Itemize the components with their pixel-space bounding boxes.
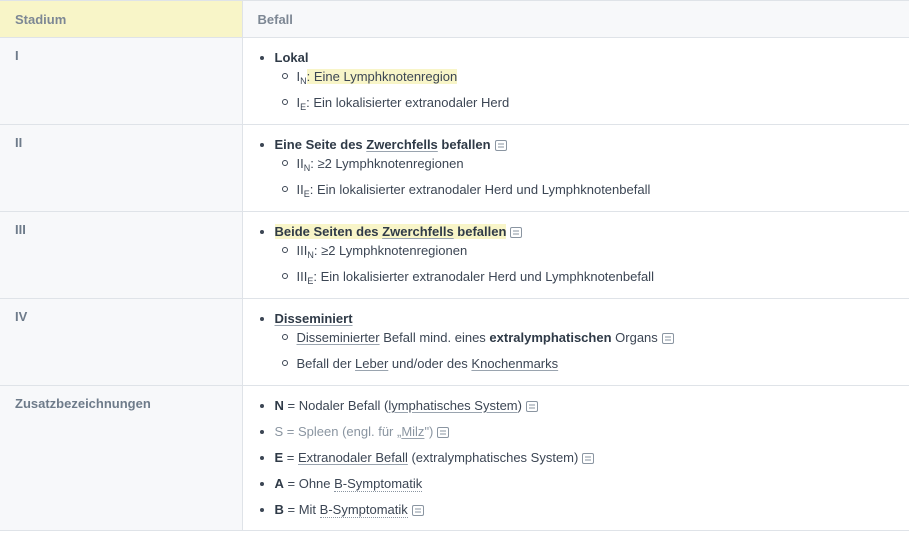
link-zwerchfell[interactable]: Zwerchfells — [366, 137, 438, 152]
link-zwerchfell[interactable]: Zwerchfells — [382, 224, 454, 239]
column-header-stadium: Stadium — [0, 0, 243, 38]
link-b-symptomatik[interactable]: B-Symptomatik — [319, 502, 408, 518]
link-knochenmark[interactable]: Knochenmarks — [471, 356, 558, 371]
list-item: IN: Eine Lymphknotenregion — [275, 68, 909, 86]
list-item: S = Spleen (engl. für „Milz") — [258, 423, 909, 440]
note-icon[interactable] — [411, 505, 424, 516]
column-header-befall: Befall — [242, 0, 909, 38]
link-disseminierter[interactable]: Disseminierter — [297, 330, 380, 345]
list-item: N = Nodaler Befall (lymphatisches System… — [258, 397, 909, 414]
list-item: Lokal IN: Eine Lymphknotenregion IE: Ein… — [258, 49, 909, 112]
list-item: A = Ohne B-Symptomatik — [258, 475, 909, 492]
befall-cell: Lokal IN: Eine Lymphknotenregion IE: Ein… — [242, 37, 909, 125]
link-b-symptomatik[interactable]: B-Symptomatik — [334, 476, 423, 492]
stage-cell: II — [0, 124, 243, 212]
note-icon[interactable] — [525, 401, 538, 412]
highlighted-text: : Eine Lymphknotenregion — [306, 69, 458, 84]
list-item: E = Extranodaler Befall (extralymphatisc… — [258, 449, 909, 466]
table-row: Zusatzbezeichnungen N = Nodaler Befall (… — [0, 385, 909, 531]
list-item: B = Mit B-Symptomatik — [258, 501, 909, 518]
list-item: IIN: ≥2 Lymphknotenregionen — [275, 155, 909, 173]
note-icon[interactable] — [510, 227, 523, 238]
note-icon[interactable] — [661, 333, 674, 344]
list-item: Eine Seite des Zwerchfells befallen IIN:… — [258, 136, 909, 199]
stage-cell: Zusatzbezeichnungen — [0, 385, 243, 531]
stage-cell: III — [0, 211, 243, 299]
note-icon[interactable] — [582, 453, 595, 464]
link-milz[interactable]: Milz — [401, 424, 424, 439]
list-item: IIE: Ein lokalisierter extranodaler Herd… — [275, 181, 909, 199]
list-item: Disseminierter Befall mind. eines extral… — [275, 329, 909, 346]
table-row: II Eine Seite des Zwerchfells befallen I… — [0, 124, 909, 212]
list-item: Beide Seiten des Zwerchfells befallen II… — [258, 223, 909, 286]
befall-cell: N = Nodaler Befall (lymphatisches System… — [242, 385, 909, 531]
link-lymphatisches-system[interactable]: lymphatisches System — [388, 398, 517, 413]
header-row: Stadium Befall — [0, 0, 909, 38]
list-item: IIIE: Ein lokalisierter extranodaler Her… — [275, 268, 909, 286]
link-extranodaler-befall[interactable]: Extranodaler Befall — [298, 450, 408, 465]
list-item: IIIN: ≥2 Lymphknotenregionen — [275, 242, 909, 260]
table-row: I Lokal IN: Eine Lymphknotenregion IE: E… — [0, 37, 909, 125]
list-item: IE: Ein lokalisierter extranodaler Herd — [275, 94, 909, 112]
table-row: III Beide Seiten des Zwerchfells befalle… — [0, 211, 909, 299]
highlighted-text: Beide Seiten des Zwerchfells befallen — [274, 224, 507, 239]
link-disseminiert[interactable]: Disseminiert — [275, 311, 353, 326]
list-item: Befall der Leber und/oder des Knochenmar… — [275, 355, 909, 372]
befall-cell: Eine Seite des Zwerchfells befallen IIN:… — [242, 124, 909, 212]
table-row: IV Disseminiert Disseminierter Befall mi… — [0, 298, 909, 386]
stage-cell: IV — [0, 298, 243, 386]
note-icon[interactable] — [437, 427, 450, 438]
staging-table: Stadium Befall I Lokal IN: Eine Lymphkno… — [0, 0, 909, 531]
befall-cell: Disseminiert Disseminierter Befall mind.… — [242, 298, 909, 386]
note-icon[interactable] — [494, 140, 507, 151]
list-item: Disseminiert Disseminierter Befall mind.… — [258, 310, 909, 372]
stage-cell: I — [0, 37, 243, 125]
link-leber[interactable]: Leber — [355, 356, 388, 371]
befall-cell: Beide Seiten des Zwerchfells befallen II… — [242, 211, 909, 299]
